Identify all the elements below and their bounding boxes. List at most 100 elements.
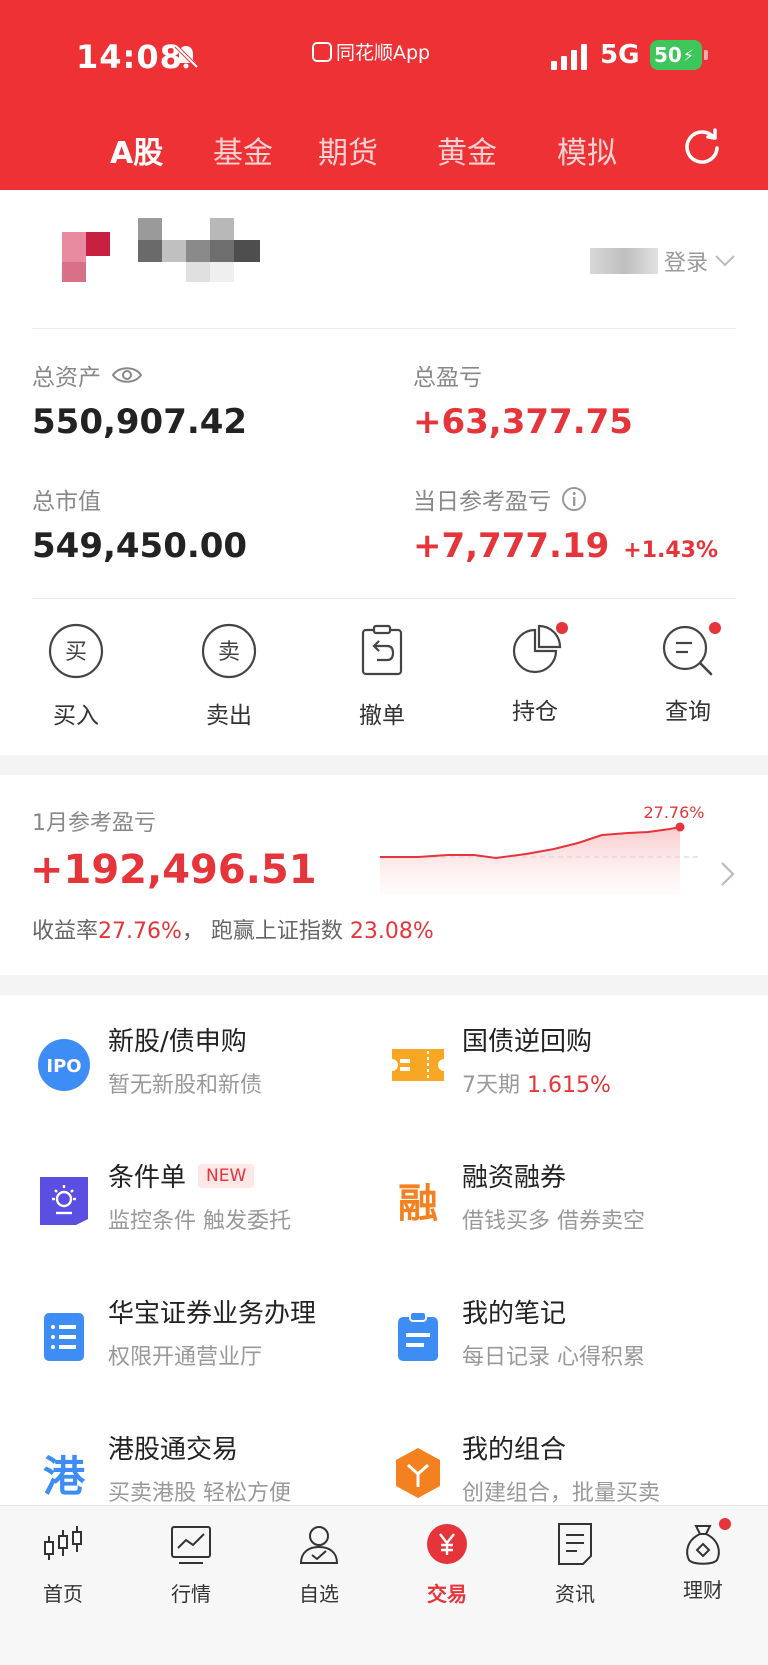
app-back-label[interactable]: 同花顺App: [312, 38, 430, 65]
service-ipo-subscription[interactable]: IPO 新股/债申购 暂无新股和新债: [36, 1017, 376, 1127]
eye-icon[interactable]: [111, 365, 143, 385]
sell-label: 卖出: [206, 703, 252, 729]
app-label-text: 同花顺App: [336, 42, 431, 64]
nav-label: 交易: [427, 1582, 467, 1606]
service-title: 我的组合: [462, 1435, 567, 1465]
bottom-nav: 首页 行情 自选 交易 资讯 理财: [0, 1505, 768, 1665]
nav-market[interactable]: 行情: [141, 1516, 241, 1607]
market-chart-icon: [171, 1526, 211, 1564]
tab-futures[interactable]: 期货: [318, 128, 378, 172]
app-header: 14:08 同花顺App 5G 50 ⚡ A股 基金 期货 黄金 模拟: [0, 0, 768, 190]
cancel-order-button[interactable]: 撤单: [337, 622, 427, 730]
beat-index-value: 23.08%: [349, 919, 434, 944]
refresh-icon[interactable]: [682, 126, 722, 166]
news-icon: [558, 1523, 592, 1565]
service-condition-order[interactable]: 条件单 NEW 监控条件 触发委托: [36, 1153, 376, 1263]
nav-news[interactable]: 资讯: [525, 1516, 625, 1607]
svg-text:IPO: IPO: [46, 1056, 81, 1077]
query-icon: [662, 625, 713, 676]
service-my-notes[interactable]: 我的笔记 每日记录 心得积累: [390, 1289, 730, 1399]
network-type: 5G: [600, 40, 640, 70]
candlestick-icon: [44, 1526, 82, 1560]
buy-label: 买入: [53, 703, 99, 729]
cancel-order-label: 撤单: [359, 703, 405, 729]
total-pl-label: 总盈亏: [413, 365, 482, 391]
chevron-down-icon: [715, 255, 735, 267]
hk-connect-icon: 港: [43, 1452, 86, 1501]
beat-index-label: ， 跑赢上证指数: [181, 919, 343, 944]
service-title: 华宝证券业务办理: [108, 1299, 317, 1329]
tab-a-shares[interactable]: A股: [110, 128, 163, 172]
margin-icon: 融: [398, 1181, 438, 1227]
service-business-office[interactable]: 华宝证券业务办理 权限开通营业厅: [36, 1289, 376, 1399]
status-bar: 14:08 同花顺App 5G 50 ⚡: [0, 0, 768, 110]
service-margin-trading[interactable]: 融 融资融券 借钱买多 借券卖空: [390, 1153, 730, 1263]
repo-rate: 1.615%: [527, 1073, 611, 1098]
bell-off-icon: [174, 44, 199, 69]
monthly-pl-value: +192,496.51: [30, 847, 317, 893]
service-subtitle: 买卖港股 轻松方便: [108, 1481, 291, 1506]
positions-button[interactable]: 持仓: [490, 622, 580, 726]
user-watchlist-icon: [299, 1526, 339, 1564]
nav-home[interactable]: 首页: [13, 1516, 113, 1607]
sparkline-end-point: [675, 822, 685, 832]
service-subtitle: 借钱买多 借券卖空: [462, 1209, 645, 1234]
query-button[interactable]: 查询: [643, 622, 733, 726]
notes-icon: [398, 1311, 438, 1361]
stat-daily-pl: 当日参考盈亏 +7,777.19 +1.43%: [413, 482, 718, 566]
service-subtitle: 7天期 1.615%: [462, 1067, 611, 1099]
monthly-return-rate: 收益率27.76%， 跑赢上证指数 23.08%: [32, 913, 434, 945]
nav-trade[interactable]: 交易: [397, 1516, 497, 1607]
total-pl-value: +63,377.75: [413, 402, 633, 442]
tab-gold[interactable]: 黄金: [437, 128, 497, 172]
condition-order-icon: [40, 1177, 88, 1225]
new-badge: NEW: [198, 1163, 255, 1188]
market-value-label: 总市值: [32, 489, 101, 515]
account-login-switch[interactable]: 登录: [590, 245, 736, 277]
nav-label: 首页: [43, 1582, 83, 1606]
list-icon: [44, 1313, 84, 1361]
market-value-value: 549,450.00: [32, 526, 248, 566]
trade-actions: 买 买入 卖 卖出 撤单 持仓 查询: [0, 622, 768, 732]
total-assets-value: 550,907.42: [32, 402, 248, 442]
stat-total-assets: 总资产 550,907.42: [32, 358, 247, 442]
nav-label: 理财: [683, 1578, 723, 1602]
service-subtitle: 暂无新股和新债: [108, 1073, 263, 1098]
monthly-pl-card[interactable]: 1月参考盈亏 +192,496.51 收益率27.76%， 跑赢上证指数 23.…: [0, 775, 768, 975]
tab-simulation[interactable]: 模拟: [557, 128, 617, 172]
nav-wealth[interactable]: 理财: [653, 1516, 753, 1603]
buy-button[interactable]: 买 买入: [31, 622, 121, 730]
service-title: 国债逆回购: [462, 1027, 593, 1057]
nav-label: 自选: [299, 1582, 339, 1606]
chevron-right-icon: [721, 862, 735, 886]
monthly-pl-label: 1月参考盈亏: [32, 811, 156, 836]
trade-yen-icon: [427, 1524, 467, 1564]
ipo-icon: IPO: [38, 1039, 90, 1091]
daily-pl-percent: +1.43%: [623, 538, 719, 563]
service-title: 新股/债申购: [108, 1027, 247, 1057]
service-reverse-repo[interactable]: 国债逆回购 7天期 1.615%: [390, 1017, 730, 1127]
service-subtitle: 每日记录 心得积累: [462, 1345, 645, 1370]
services-grid: IPO 新股/债申购 暂无新股和新债 国债逆回购 7天期 1.615% 条件单 …: [0, 995, 768, 1506]
signal-icon: [551, 44, 587, 70]
sparkline-end-label: 27.76%: [643, 805, 704, 822]
portfolio-icon: [396, 1448, 440, 1498]
query-label: 查询: [665, 699, 711, 725]
account-card: 登录 总资产 550,907.42 总盈亏 +63,377.75 总市值 549…: [0, 190, 768, 755]
monthly-sparkline: 27.76%: [378, 805, 705, 895]
service-title: 港股通交易: [108, 1435, 239, 1465]
daily-pl-label: 当日参考盈亏: [413, 489, 551, 515]
service-subtitle: 权限开通营业厅: [108, 1345, 263, 1370]
sell-button[interactable]: 卖 卖出: [184, 622, 274, 730]
wealth-bag-icon: [686, 1525, 720, 1565]
svg-text:买: 买: [65, 640, 87, 665]
divider: [32, 598, 736, 599]
tab-funds[interactable]: 基金: [213, 128, 273, 172]
info-icon[interactable]: [561, 486, 587, 512]
status-time: 14:08: [76, 38, 183, 76]
stat-total-pl: 总盈亏 +63,377.75: [413, 358, 633, 442]
nav-watchlist[interactable]: 自选: [269, 1516, 369, 1607]
top-tabs: A股 基金 期货 黄金 模拟: [0, 120, 768, 180]
ticket-icon: [392, 1049, 444, 1081]
account-id-redacted: [590, 248, 658, 274]
